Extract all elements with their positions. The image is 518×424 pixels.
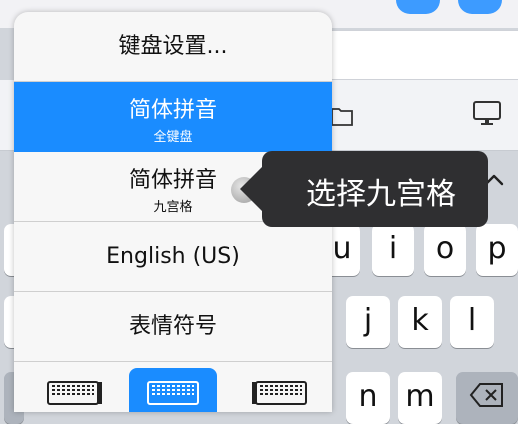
- keyboard-full-icon: [147, 381, 199, 405]
- menu-item-emoji[interactable]: 表情符号: [14, 292, 332, 362]
- menu-item-keyboard-settings[interactable]: 键盘设置...: [14, 12, 332, 82]
- text-input-bar[interactable]: [300, 30, 518, 80]
- menu-item-label: 表情符号: [128, 314, 217, 339]
- key-n[interactable]: n: [346, 372, 390, 424]
- keyboard-left-icon: [47, 381, 102, 405]
- menu-item-pinyin-full[interactable]: 简体拼音 全键盘: [14, 82, 332, 152]
- keyboard-full-button[interactable]: [129, 368, 217, 412]
- key-p[interactable]: p: [476, 224, 518, 276]
- keyboard-right-icon: [252, 381, 307, 405]
- key-i[interactable]: i: [372, 224, 414, 276]
- tooltip: 选择九宫格: [240, 151, 488, 227]
- delete-key[interactable]: [456, 372, 518, 424]
- delete-icon: [469, 383, 503, 407]
- menu-item-sublabel: 全键盘: [153, 130, 193, 145]
- key-o[interactable]: o: [424, 224, 466, 276]
- keyboard-left-button[interactable]: [30, 368, 118, 412]
- key-m[interactable]: m: [398, 372, 442, 424]
- key-l[interactable]: l: [450, 296, 494, 348]
- folder-icon[interactable]: [330, 104, 354, 128]
- keyboard-right-button[interactable]: [236, 368, 324, 412]
- menu-item-english-us[interactable]: English (US): [14, 222, 332, 292]
- tooltip-text: 选择九宫格: [306, 177, 456, 212]
- menu-item-label: 键盘设置...: [118, 34, 228, 59]
- menu-item-label: 简体拼音: [128, 98, 217, 123]
- tooltip-arrow: [240, 167, 262, 211]
- menu-item-label: English (US): [106, 244, 240, 269]
- key-j[interactable]: j: [346, 296, 390, 348]
- monitor-icon[interactable]: [472, 100, 502, 128]
- key-k[interactable]: k: [398, 296, 442, 348]
